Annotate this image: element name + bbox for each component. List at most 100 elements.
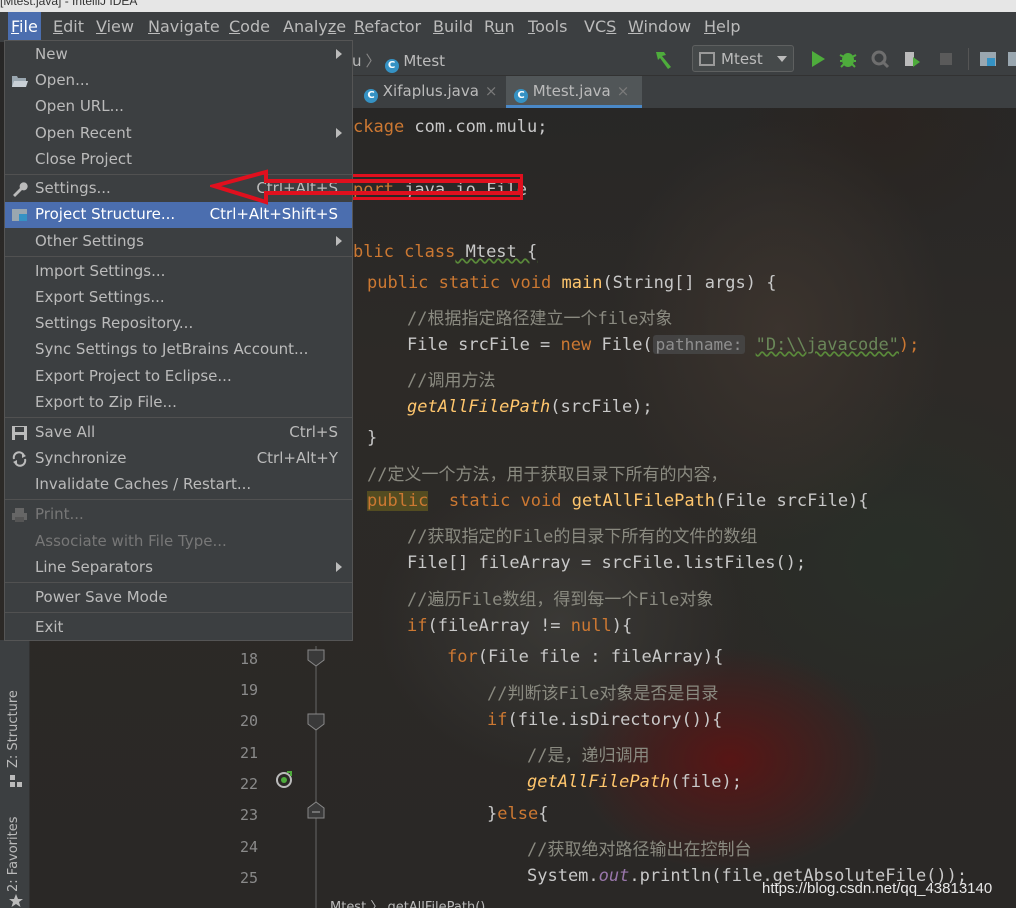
editor-tabs: C Xifaplus.java × C Mtest.java × (352, 76, 1016, 108)
line-number: 23 (239, 806, 258, 824)
chevron-down-icon (777, 56, 787, 62)
annotation-red-arrow (210, 169, 522, 205)
folder-open-icon (12, 76, 28, 87)
debug-bug-icon[interactable] (838, 49, 858, 69)
menu-build[interactable]: Build (430, 12, 476, 42)
run-with-coverage-icon[interactable] (870, 49, 890, 69)
menu-item-export-eclipse[interactable]: Export Project to Eclipse... (5, 364, 352, 390)
submenu-arrow-icon (336, 562, 342, 572)
menu-item-sync-settings[interactable]: Sync Settings to JetBrains Account... (5, 337, 352, 363)
code-comment[interactable]: //根据指定路径建立一个file对象 (407, 304, 672, 329)
code-comment[interactable]: //获取指定的File的目录下所有的文件的数组 (407, 522, 757, 547)
menu-separator (5, 256, 352, 257)
bottom-breadcrumb[interactable]: Mtest 〉 getAllFilePath() (330, 898, 485, 908)
menu-window[interactable]: Window (625, 12, 694, 42)
class-icon: C (384, 59, 399, 73)
code-line-main[interactable]: public static void main(String[] args) { (367, 273, 776, 293)
code-comment[interactable]: //遍历File数组，得到每一个File对象 (407, 585, 713, 610)
profiler-icon[interactable] (902, 49, 922, 69)
menu-vcs[interactable]: VCS (581, 12, 619, 42)
code-line-class[interactable]: blic class Mtest { (353, 242, 537, 262)
menu-item-new[interactable]: New (5, 42, 352, 68)
build-hammer-icon[interactable] (652, 48, 676, 70)
menu-help[interactable]: Help (701, 12, 743, 42)
code-comment[interactable]: //是，递归调用 (527, 741, 649, 766)
menu-separator (5, 417, 352, 418)
menu-item-open-url[interactable]: Open URL... (5, 94, 352, 120)
watermark-url: https://blog.csdn.net/qq_43813140 (762, 880, 993, 897)
tab-mtest[interactable]: C Mtest.java × (506, 76, 642, 108)
menu-separator (5, 612, 352, 613)
line-number: 21 (239, 744, 258, 762)
project-structure-icon[interactable] (978, 49, 998, 69)
menu-item-exit[interactable]: Exit (5, 615, 352, 641)
code-line-if[interactable]: if(fileArray != null){ (407, 616, 632, 636)
project-structure-icon (12, 209, 27, 221)
menu-bar: File Edit View Navigate Code Analyze Ref… (0, 12, 1016, 42)
save-icon (12, 426, 27, 440)
close-icon[interactable]: × (485, 82, 498, 100)
menu-item-save-all[interactable]: Save All Ctrl+S (5, 420, 352, 446)
tab-label: Mtest.java (532, 82, 611, 100)
menu-item-synchronize[interactable]: Synchronize Ctrl+Alt+Y (5, 446, 352, 472)
structure-toolwindow-button[interactable]: Z: Structure (6, 690, 21, 768)
window-title-strip: [Mtest.java] - IntelliJ IDEA (0, 0, 1016, 12)
code-comment[interactable]: //判断该File对象是否是目录 (487, 679, 718, 704)
menu-item-associate-file-type[interactable]: Associate with File Type... (5, 529, 352, 555)
code-line-recursive-call[interactable]: getAllFilePath(file); (527, 772, 742, 792)
menu-item-export-settings[interactable]: Export Settings... (5, 285, 352, 311)
code-comment[interactable]: //定义一个方法，用于获取目录下所有的内容， (367, 460, 727, 485)
left-tool-window-bar: Z: Structure 2: Favorites (0, 640, 30, 908)
menu-item-import-settings[interactable]: Import Settings... (5, 259, 352, 285)
close-icon[interactable]: × (617, 82, 630, 100)
menu-item-open-recent[interactable]: Open Recent (5, 121, 352, 147)
menu-item-print[interactable]: Print... (5, 502, 352, 528)
menu-tools[interactable]: Tools (525, 12, 570, 42)
menu-item-invalidate-caches[interactable]: Invalidate Caches / Restart... (5, 472, 352, 498)
menu-edit[interactable]: Edit (50, 12, 87, 42)
toolbar-more-icon[interactable] (1006, 49, 1016, 69)
submenu-arrow-icon (336, 128, 342, 138)
line-number: 24 (239, 838, 258, 856)
code-line-isdirectory[interactable]: if(file.isDirectory()){ (487, 710, 722, 730)
menu-item-other-settings[interactable]: Other Settings (5, 229, 352, 255)
run-configuration-select[interactable]: Mtest (692, 45, 794, 72)
recursive-call-icon[interactable] (274, 770, 294, 790)
code-line-call[interactable]: getAllFilePath(srcFile); (407, 397, 653, 417)
menu-analyze[interactable]: Analyze (280, 12, 349, 42)
menu-navigate[interactable]: Navigate (145, 12, 223, 42)
menu-file[interactable]: File (8, 12, 41, 42)
printer-icon (12, 508, 27, 522)
menu-item-open[interactable]: Open... (5, 68, 352, 94)
toolbar-separator (968, 48, 969, 70)
menu-run[interactable]: Run (481, 12, 518, 42)
stop-icon[interactable] (936, 49, 956, 69)
menu-view[interactable]: View (93, 12, 137, 42)
code-comment[interactable]: //调用方法 (407, 366, 495, 391)
menu-item-line-separators[interactable]: Line Separators (5, 555, 352, 581)
run-icon[interactable] (808, 49, 828, 69)
parameter-hint: pathname: (652, 335, 746, 354)
menu-item-settings-repository[interactable]: Settings Repository... (5, 311, 352, 337)
window-title: [Mtest.java] - IntelliJ IDEA (0, 0, 138, 8)
application-icon (699, 52, 715, 66)
favorites-toolwindow-button[interactable]: 2: Favorites (6, 816, 21, 892)
code-comment[interactable]: //获取绝对路径输出在控制台 (527, 835, 751, 860)
code-line-method[interactable]: public static void getAllFilePath(File s… (367, 491, 869, 511)
menu-item-power-save-mode[interactable]: Power Save Mode (5, 585, 352, 611)
code-line-filearray[interactable]: File[] fileArray = srcFile.listFiles(); (407, 553, 806, 573)
tab-xifaplus[interactable]: C Xifaplus.java × (362, 76, 508, 108)
submenu-arrow-icon (336, 49, 342, 59)
menu-refactor[interactable]: Refactor (351, 12, 424, 42)
code-line-srcfile[interactable]: File srcFile = new File(pathname: "D:\\j… (407, 335, 919, 355)
code-line-package[interactable]: ckage com.com.mulu; (353, 117, 547, 137)
menu-separator (5, 582, 352, 583)
class-icon: C (364, 89, 378, 103)
code-line-for[interactable]: for(File file : fileArray){ (447, 647, 723, 667)
class-icon: C (514, 89, 528, 103)
menu-item-export-zip[interactable]: Export to Zip File... (5, 390, 352, 416)
breadcrumb[interactable]: u 〉 C Mtest (352, 50, 445, 73)
code-line-brace[interactable]: } (367, 428, 377, 448)
menu-code[interactable]: Code (226, 12, 273, 42)
code-line-else[interactable]: }else{ (487, 804, 548, 824)
